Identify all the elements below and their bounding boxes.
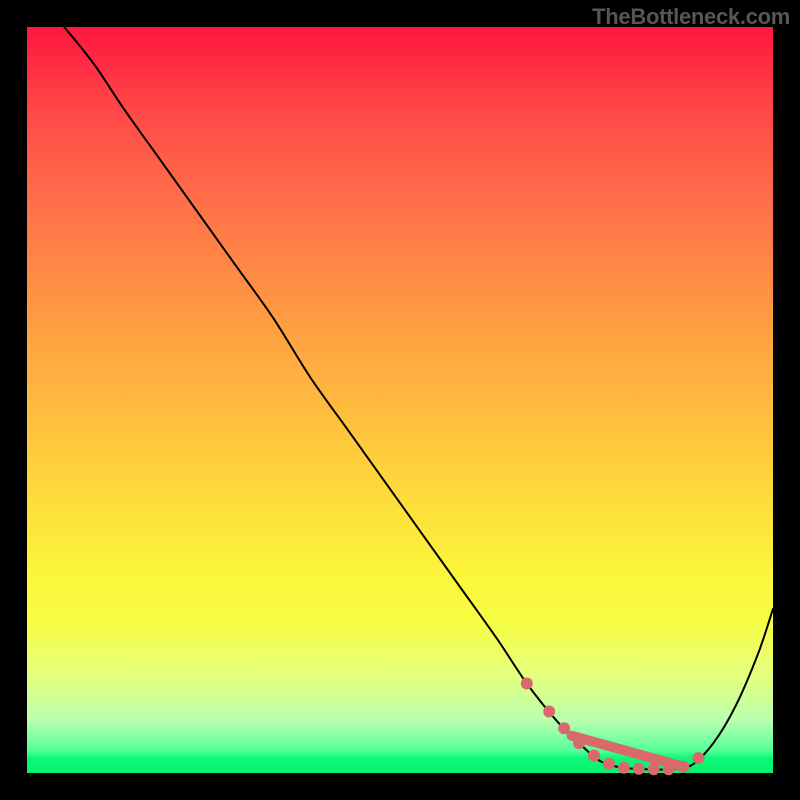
optimal-zone-markers: [521, 678, 704, 775]
bottleneck-curve: [64, 27, 773, 770]
watermark-text: TheBottleneck.com: [592, 4, 790, 30]
plot-area: [27, 27, 773, 773]
curve-svg: [27, 27, 773, 773]
chart-frame: TheBottleneck.com: [0, 0, 800, 800]
